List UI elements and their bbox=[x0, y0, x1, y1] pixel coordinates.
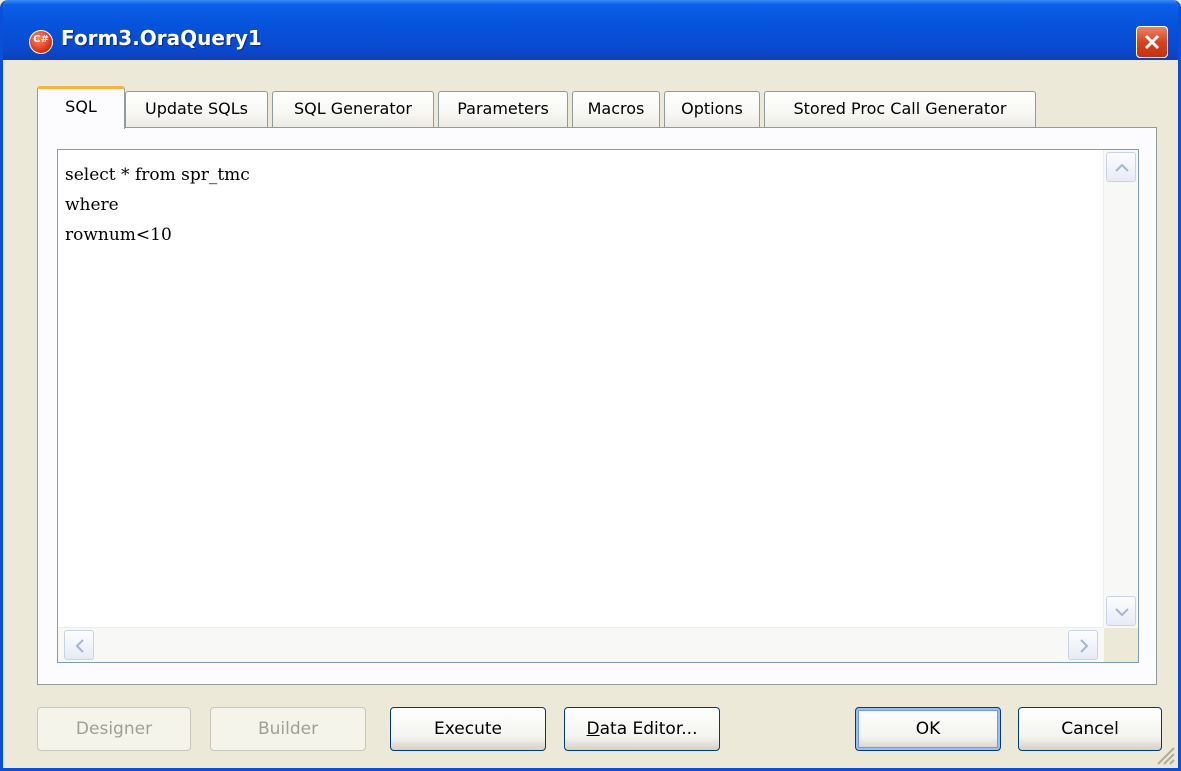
title-bar[interactable]: C# Form3.OraQuery1 bbox=[3, 0, 1178, 60]
tab-sql[interactable]: SQL bbox=[37, 86, 125, 129]
chevron-up-icon bbox=[1115, 163, 1129, 172]
chevron-left-icon bbox=[75, 639, 84, 653]
resize-grip-icon[interactable] bbox=[1152, 742, 1176, 766]
sql-editor[interactable]: select * from spr_tmc where rownum<10 bbox=[57, 149, 1139, 663]
dialog-window: C# Form3.OraQuery1 SQL Update SQLs SQL G… bbox=[0, 0, 1181, 771]
tab-update-sqls[interactable]: Update SQLs bbox=[125, 91, 268, 127]
cancel-button[interactable]: Cancel bbox=[1018, 707, 1162, 751]
scroll-left-button[interactable] bbox=[64, 630, 94, 660]
builder-button[interactable]: Builder bbox=[210, 707, 366, 751]
tab-macros[interactable]: Macros bbox=[572, 91, 660, 127]
scroll-down-button[interactable] bbox=[1106, 596, 1136, 626]
close-icon bbox=[1144, 34, 1160, 50]
tab-stored-proc-call-generator[interactable]: Stored Proc Call Generator bbox=[764, 91, 1036, 127]
designer-button[interactable]: Designer bbox=[37, 707, 191, 751]
data-editor-button[interactable]: Data Editor... bbox=[564, 707, 720, 751]
horizontal-scrollbar[interactable] bbox=[58, 627, 1104, 662]
tab-options[interactable]: Options bbox=[664, 91, 760, 127]
vertical-scrollbar[interactable] bbox=[1103, 150, 1138, 628]
window-title: Form3.OraQuery1 bbox=[61, 26, 262, 50]
scroll-right-button[interactable] bbox=[1068, 630, 1098, 660]
execute-button[interactable]: Execute bbox=[390, 707, 546, 751]
scroll-up-button[interactable] bbox=[1106, 152, 1136, 182]
sql-editor-text[interactable]: select * from spr_tmc where rownum<10 bbox=[65, 160, 250, 250]
ok-button[interactable]: OK bbox=[855, 707, 1001, 751]
scrollbar-corner bbox=[1104, 628, 1138, 662]
csharp-app-icon: C# bbox=[29, 30, 53, 54]
chevron-right-icon bbox=[1080, 639, 1089, 653]
chevron-down-icon bbox=[1115, 608, 1129, 617]
tab-sql-generator[interactable]: SQL Generator bbox=[272, 91, 434, 127]
tab-parameters[interactable]: Parameters bbox=[438, 91, 568, 127]
close-button[interactable] bbox=[1136, 26, 1168, 58]
